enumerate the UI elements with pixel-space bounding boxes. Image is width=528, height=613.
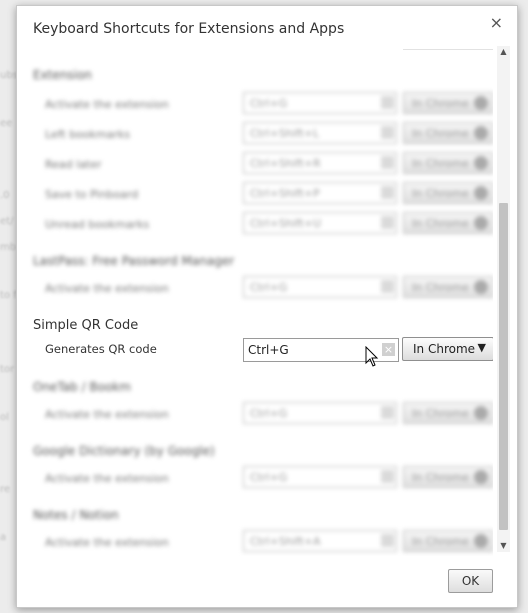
clear-circle-icon [474, 406, 488, 420]
shortcuts-list: Extension Activate the extension Ctrl+G … [17, 42, 493, 556]
background-text: ee [0, 118, 13, 129]
clear-icon[interactable] [381, 470, 394, 483]
scope-select[interactable]: In Chrome ▼ [402, 337, 493, 361]
clear-circle-icon [474, 280, 488, 294]
dropdown-arrow-icon: ▼ [477, 341, 486, 354]
scrollbar-thumb[interactable] [499, 202, 508, 531]
command-label: Activate the extension [45, 408, 169, 421]
shortcut-input[interactable]: Ctrl+Shift+P [243, 182, 397, 204]
clear-circle-icon [474, 216, 488, 230]
command-row: Activate the extension Ctrl+G In Chrome [17, 466, 493, 496]
shortcut-input[interactable]: Ctrl+Shift+A [243, 530, 397, 552]
extension-name: Notes / Notion [33, 508, 119, 522]
command-label: Activate the extension [45, 536, 169, 549]
background-text: re [0, 484, 11, 495]
clear-circle-icon [474, 470, 488, 484]
shortcut-input[interactable]: Ctrl+G [243, 402, 397, 424]
scope-select[interactable]: In Chrome [403, 402, 493, 424]
scope-select[interactable]: In Chrome [403, 212, 493, 234]
command-label: Save to Pinboard [45, 188, 139, 201]
shortcut-input[interactable]: Ctrl+G [243, 276, 397, 298]
background-text: mb [0, 242, 17, 253]
command-row: Activate the extension Ctrl+G In Chrome [17, 276, 493, 306]
scope-select[interactable]: In Chrome [403, 530, 493, 552]
clear-circle-icon [474, 96, 488, 110]
background-text: .0 [0, 190, 10, 201]
shortcut-input[interactable]: Ctrl+Shift+U [243, 212, 397, 234]
scope-select[interactable]: In Chrome [403, 466, 493, 488]
command-label: Activate the extension [45, 282, 169, 295]
clear-icon[interactable] [381, 96, 394, 109]
shortcut-input[interactable]: Ctrl+G [243, 466, 397, 488]
vertical-scrollbar[interactable]: ▲ ▼ [497, 46, 510, 552]
background-text: et/ [0, 216, 14, 227]
divider [403, 49, 493, 50]
clear-icon[interactable] [381, 280, 394, 293]
command-row: Activate the extension Ctrl+G In Chrome [17, 402, 493, 432]
extension-name: Google Dictionary (by Google) [33, 444, 215, 458]
command-label: Generates QR code [45, 342, 157, 356]
background-text: to f [0, 290, 17, 301]
scope-value: In Chrome [413, 342, 476, 356]
clear-circle-icon [474, 126, 488, 140]
scope-select[interactable]: In Chrome [403, 276, 493, 298]
clear-circle-icon [474, 534, 488, 548]
background-text: ol [0, 412, 9, 423]
scope-select[interactable]: In Chrome [403, 122, 493, 144]
command-row: Unread bookmarks Ctrl+Shift+U In Chrome [17, 212, 493, 242]
extension-name: Simple QR Code [33, 318, 139, 333]
scope-select[interactable]: In Chrome [403, 92, 493, 114]
command-label: Activate the extension [45, 98, 169, 111]
shortcut-input[interactable]: Ctrl+Shift+L [243, 122, 397, 144]
clear-icon[interactable] [381, 534, 394, 547]
close-icon[interactable]: × [490, 13, 503, 32]
shortcut-input[interactable]: Ctrl+Shift+R [243, 152, 397, 174]
command-row: Left bookmarks Ctrl+Shift+L In Chrome [17, 122, 493, 152]
command-label: Read later [45, 158, 102, 171]
background-text: tor [0, 364, 15, 375]
clear-circle-icon [474, 186, 488, 200]
command-row: Activate the extension Ctrl+G In Chrome [17, 92, 493, 122]
extension-name: Extension [33, 68, 92, 82]
clear-icon[interactable] [381, 186, 394, 199]
scope-select[interactable]: In Chrome [403, 152, 493, 174]
dialog-title: Keyboard Shortcuts for Extensions and Ap… [33, 21, 345, 37]
clear-icon[interactable] [381, 216, 394, 229]
command-label: Activate the extension [45, 472, 169, 485]
scope-select[interactable]: In Chrome [403, 182, 493, 204]
clear-icon[interactable] [381, 126, 394, 139]
command-row: Save to Pinboard Ctrl+Shift+P In Chrome [17, 182, 493, 212]
clear-icon[interactable] [381, 156, 394, 169]
command-row: Read later Ctrl+Shift+R In Chrome [17, 152, 493, 182]
keyboard-shortcuts-dialog: Keyboard Shortcuts for Extensions and Ap… [16, 5, 518, 608]
shortcut-value: Ctrl+G [248, 343, 289, 357]
scroll-up-icon[interactable]: ▲ [497, 46, 510, 58]
command-row: Activate the extension Ctrl+Shift+A In C… [17, 530, 493, 556]
clear-icon[interactable] [381, 406, 394, 419]
shortcut-input[interactable]: Ctrl+G [243, 92, 397, 114]
background-text: a [0, 532, 7, 543]
scroll-down-icon[interactable]: ▼ [497, 540, 510, 552]
extension-name: LastPass: Free Password Manager [33, 254, 235, 268]
clear-icon[interactable]: × [382, 343, 395, 356]
extension-name: OneTab / Bookm [33, 380, 131, 394]
mouse-cursor-icon [365, 346, 379, 367]
ok-button[interactable]: OK [448, 569, 493, 593]
clear-circle-icon [474, 156, 488, 170]
command-label: Left bookmarks [45, 128, 131, 141]
command-label: Unread bookmarks [45, 218, 150, 231]
